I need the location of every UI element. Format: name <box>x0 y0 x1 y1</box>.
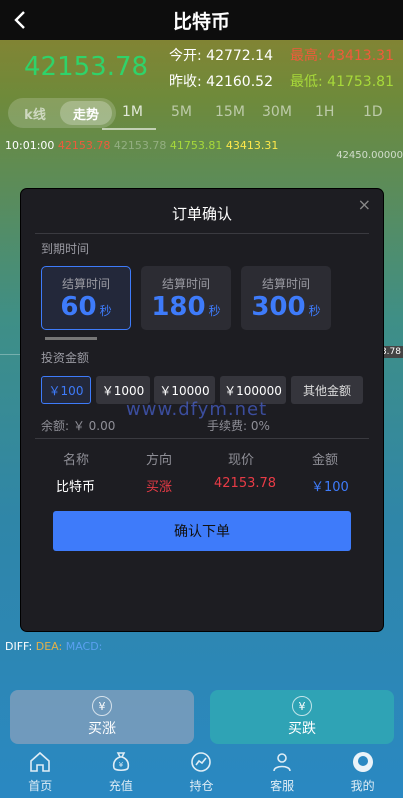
duration-value: 180 <box>151 291 206 322</box>
nav-service-label: 客服 <box>270 779 295 793</box>
duration-indicator <box>45 337 97 340</box>
chart-icon <box>191 752 212 772</box>
close-stat: 昨收: 42160.52 <box>169 71 273 91</box>
open-stat: 今开: 42772.14 <box>169 45 273 65</box>
buy-down-button[interactable]: ¥ 买跌 <box>210 690 394 744</box>
col-amount: 金额 <box>312 453 339 468</box>
row-direction: 买涨 <box>146 480 173 495</box>
nav-home-label: 首页 <box>28 779 53 793</box>
back-icon[interactable] <box>8 6 32 34</box>
watermark-text: www.dfym.net <box>126 399 268 420</box>
duration-value: 60 <box>60 291 97 322</box>
axis-top-label: 42450.00000 <box>336 150 403 161</box>
close-icon[interactable]: × <box>358 195 371 214</box>
expiry-label: 到期时间 <box>41 242 90 256</box>
duration-value: 300 <box>251 291 306 322</box>
low-value: 41753.81 <box>327 74 394 90</box>
open-label: 今开: <box>169 48 202 64</box>
col-price: 现价 <box>228 453 255 468</box>
row-name: 比特币 <box>56 480 96 495</box>
ohlc-row: 10:01:00 42153.78 42153.78 41753.81 4341… <box>5 139 278 152</box>
interval-tabs: k线 走势 1M 5M 15M 30M 1H 1D <box>8 98 403 130</box>
modal-title: 订单确认 <box>171 205 232 223</box>
current-price: 42153.78 <box>24 52 149 82</box>
tab-trend[interactable]: 走势 <box>60 101 112 125</box>
amount-100[interactable]: ￥100 <box>41 376 91 404</box>
order-confirm-modal: 订单确认 × 到期时间 结算时间 60 秒 结算时间 180 秒 结算时间 300 秒… <box>21 189 383 631</box>
duration-300[interactable]: 结算时间 300 秒 <box>241 266 331 330</box>
duration-60[interactable]: 结算时间 60 秒 <box>41 266 131 330</box>
close-label: 昨收: <box>169 74 202 90</box>
user-icon <box>273 753 291 772</box>
modal-divider <box>35 233 369 234</box>
nav-profile[interactable]: 我的 <box>322 746 403 798</box>
ohlc-close: 42153.78 <box>113 139 167 152</box>
tab-1d[interactable]: 1D <box>363 104 383 120</box>
home-icon <box>30 751 51 772</box>
ohlc-time: 10:01:00 <box>5 139 55 152</box>
amount-label: 投资金额 <box>41 351 90 365</box>
ohlc-open: 42153.78 <box>57 139 111 152</box>
top-bar: 比特币 <box>0 0 403 40</box>
bottom-nav: 首页 ¥ 充值 持仓 客服 我的 <box>0 746 403 798</box>
macd-macd: MACD: <box>65 640 103 653</box>
tab-5m[interactable]: 5M <box>171 104 192 120</box>
row-amount: ￥100 <box>311 480 349 495</box>
high-label: 最高: <box>290 48 323 64</box>
tab-15m[interactable]: 15M <box>215 104 245 120</box>
tab-30m[interactable]: 30M <box>262 104 292 120</box>
tab-1h[interactable]: 1H <box>315 104 334 120</box>
row-price: 42153.78 <box>214 476 277 491</box>
nav-deposit[interactable]: ¥ 充值 <box>81 746 162 798</box>
high-value: 43413.31 <box>327 48 394 64</box>
nav-positions[interactable]: 持仓 <box>161 746 242 798</box>
avatar-icon <box>352 752 373 772</box>
tab-1m[interactable]: 1M <box>122 104 143 120</box>
confirm-order-button[interactable]: 确认下单 <box>53 511 351 551</box>
tab-active-indicator <box>102 128 156 130</box>
tab-kline[interactable]: k线 <box>12 101 58 125</box>
duration-unit: 秒 <box>208 303 221 318</box>
nav-service[interactable]: 客服 <box>242 746 323 798</box>
nav-home[interactable]: 首页 <box>0 746 81 798</box>
duration-label: 结算时间 <box>261 276 310 291</box>
nav-deposit-label: 充值 <box>108 779 133 793</box>
close-value: 42160.52 <box>206 74 273 90</box>
nav-positions-label: 持仓 <box>189 779 214 793</box>
ohlc-low: 41753.81 <box>169 139 223 152</box>
other-amount-button[interactable]: 其他金额 <box>291 376 363 404</box>
buy-down-label: 买跌 <box>288 721 316 737</box>
balance-text: 余额: ￥ 0.00 <box>41 419 116 433</box>
low-stat: 最低: 41753.81 <box>290 71 394 91</box>
macd-dea: DEA: <box>35 640 63 653</box>
duration-label: 结算时间 <box>161 276 210 291</box>
duration-unit: 秒 <box>99 303 112 318</box>
duration-unit: 秒 <box>308 303 321 318</box>
macd-row: DIFF: DEA: MACD: <box>5 640 102 653</box>
duration-180[interactable]: 结算时间 180 秒 <box>141 266 231 330</box>
yen-icon: ¥ <box>292 696 312 716</box>
high-stat: 最高: 43413.31 <box>290 45 394 65</box>
ohlc-high: 43413.31 <box>225 139 279 152</box>
nav-profile-label: 我的 <box>350 779 375 793</box>
yen-icon: ¥ <box>92 696 112 716</box>
page-title: 比特币 <box>172 10 230 33</box>
open-value: 42772.14 <box>206 48 273 64</box>
section-divider <box>35 438 369 439</box>
duration-label: 结算时间 <box>61 276 110 291</box>
svg-text:¥: ¥ <box>119 761 124 769</box>
low-label: 最低: <box>290 74 323 90</box>
money-bag-icon: ¥ <box>112 752 130 772</box>
col-direction: 方向 <box>146 453 173 468</box>
buy-up-label: 买涨 <box>88 721 116 737</box>
col-name: 名称 <box>63 453 90 468</box>
macd-diff: DIFF: <box>5 640 33 653</box>
buy-up-button[interactable]: ¥ 买涨 <box>10 690 194 744</box>
